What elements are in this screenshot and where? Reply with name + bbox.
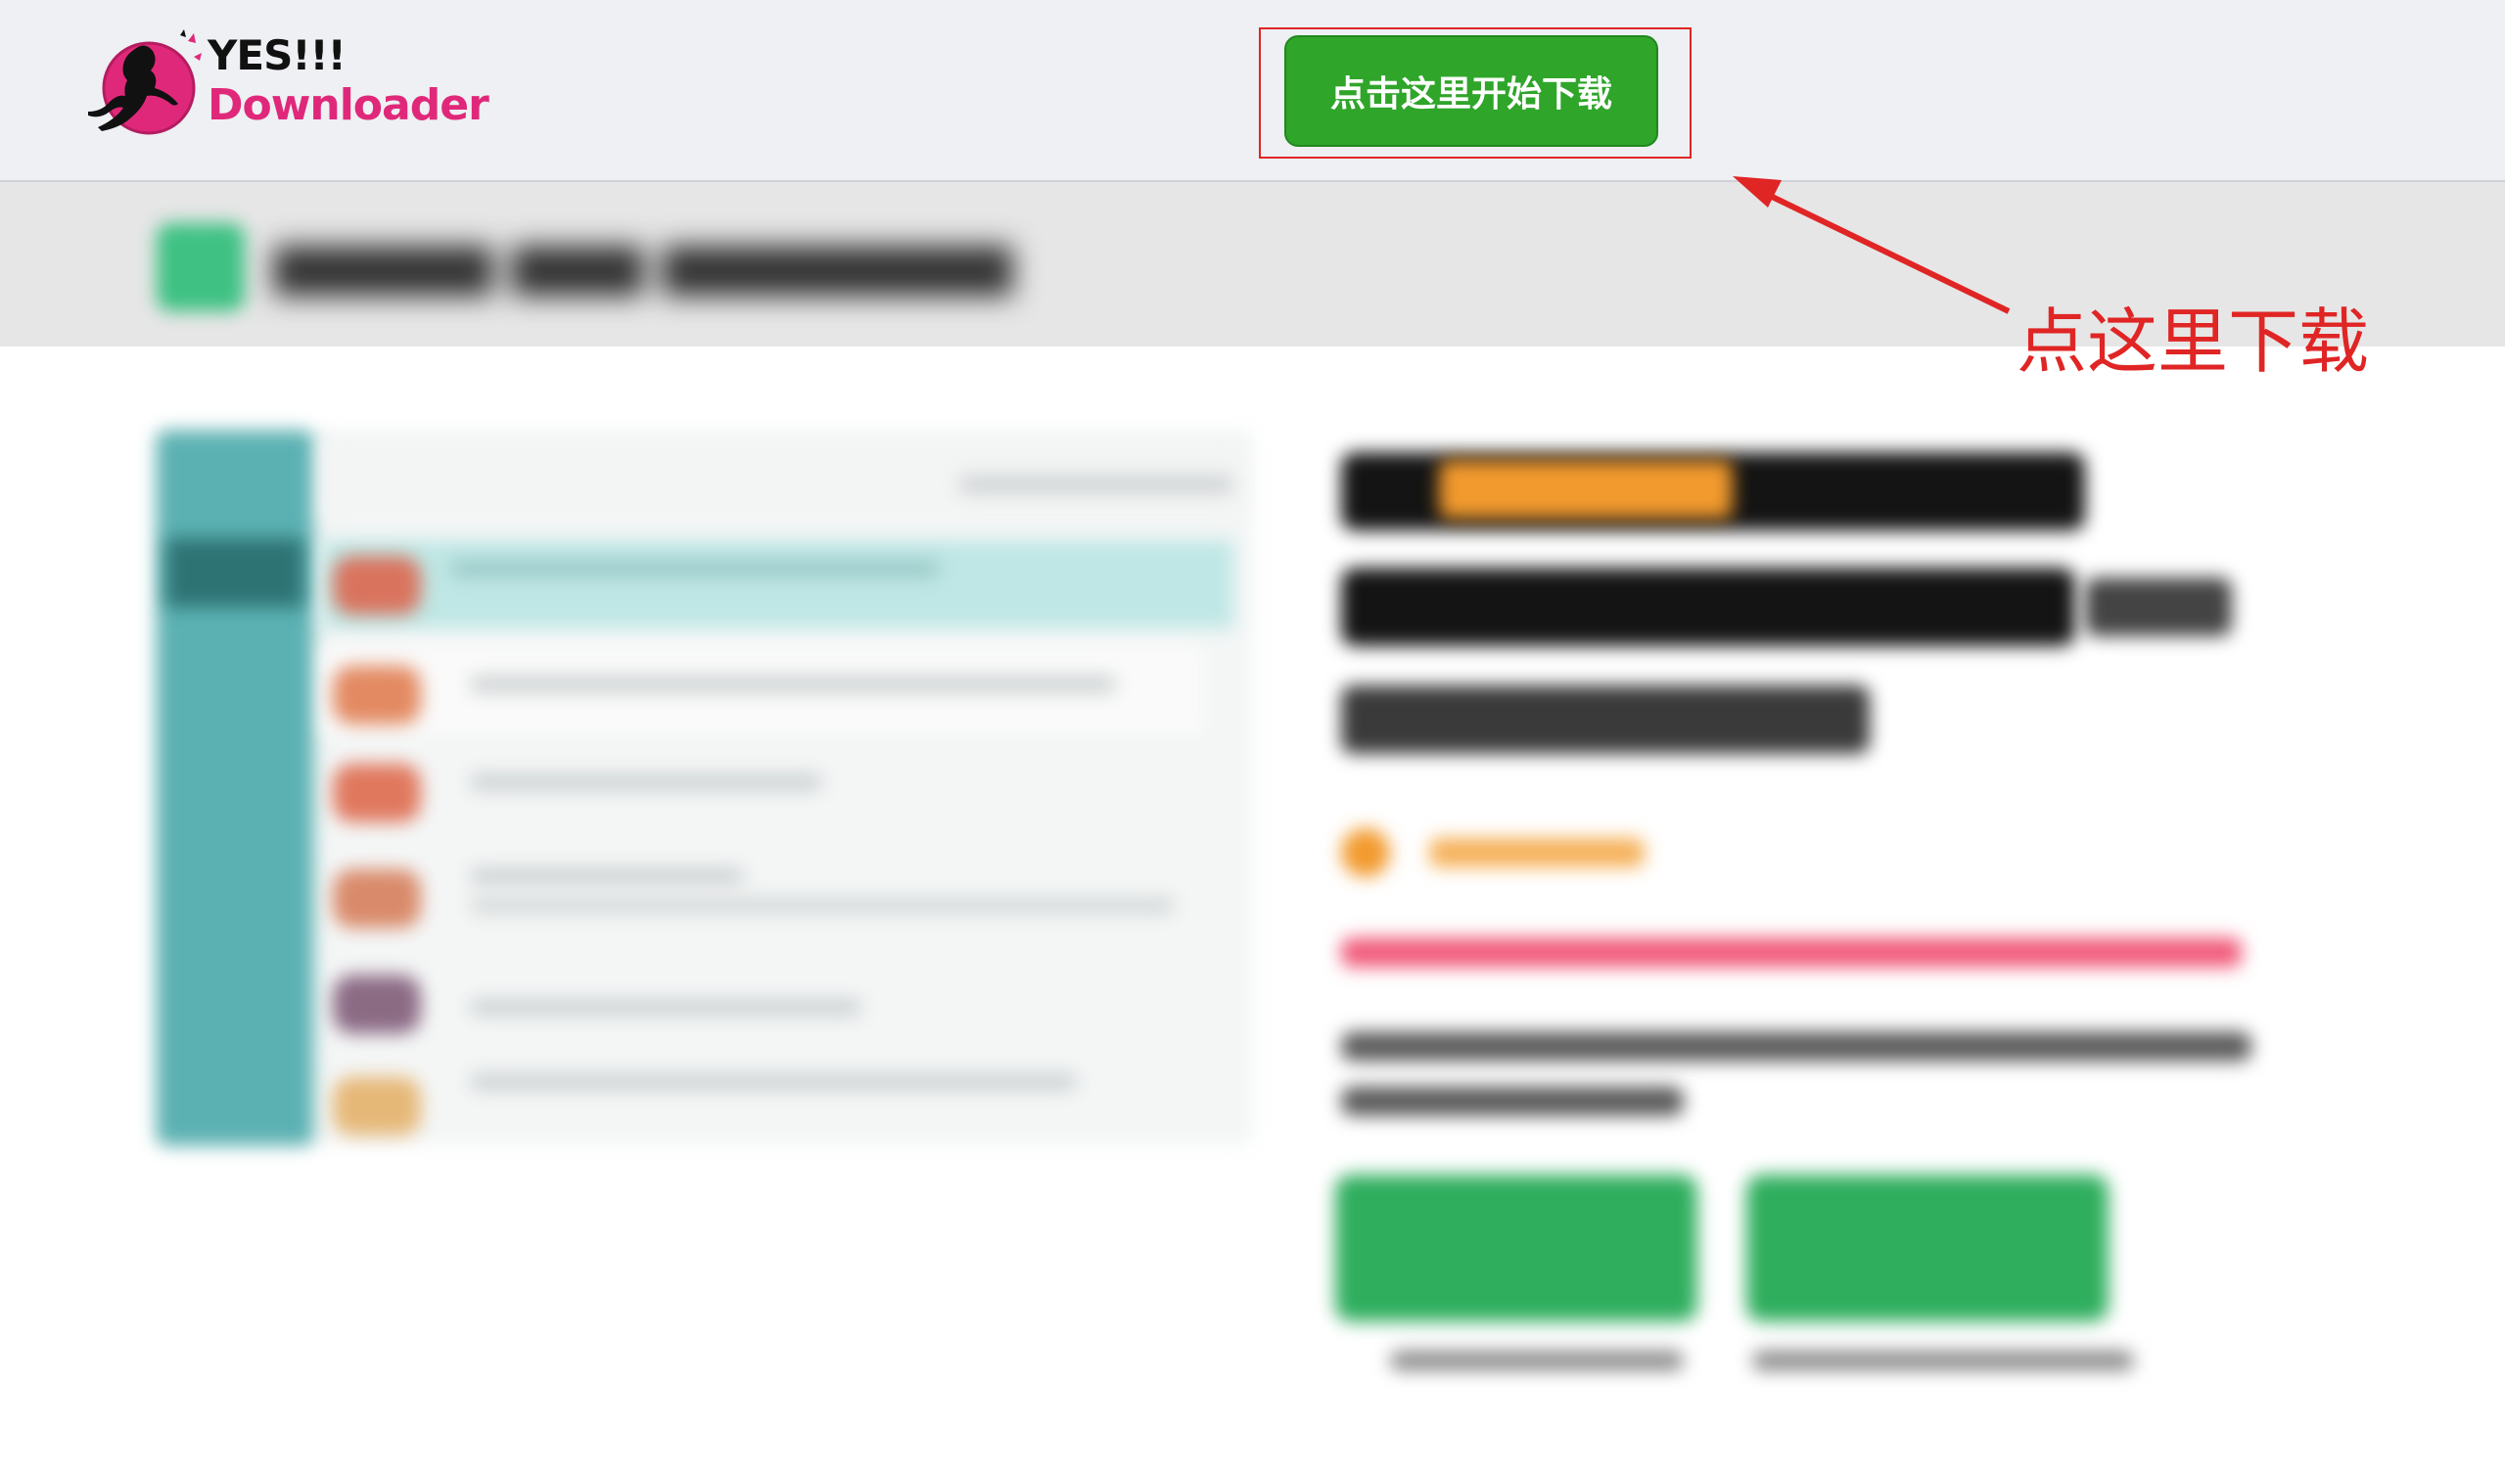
start-download-button[interactable]: 点击这里开始下载 xyxy=(1284,35,1658,147)
screenshot-thumb xyxy=(333,869,421,928)
blurred-button-caption xyxy=(1390,1351,1684,1370)
screenshot-toolbar-text xyxy=(959,476,1233,493)
logo-woman-icon xyxy=(88,29,202,135)
blurred-description-line xyxy=(1341,1087,1684,1116)
app-icon xyxy=(157,223,245,311)
screenshot-thumb xyxy=(333,556,421,615)
screenshot-row-text xyxy=(470,998,861,1016)
screenshot-row-text xyxy=(470,897,1175,914)
blurred-brand-text xyxy=(1439,460,1733,519)
blurred-badge-icon xyxy=(1341,828,1390,877)
logo-text-yes: YES!!! xyxy=(208,31,347,79)
blurred-heading-line xyxy=(1341,685,1870,754)
screenshot-row-text xyxy=(470,1073,1077,1090)
site-header: YES!!! Downloader 点击这里开始下载 xyxy=(0,0,2505,182)
annotation-label: 点这里下载 xyxy=(2017,301,2370,383)
blurred-heading-line xyxy=(1341,568,2075,646)
blurred-notice-line xyxy=(1341,938,2242,967)
screenshot-thumb xyxy=(333,1077,421,1136)
blurred-badge-text xyxy=(1429,838,1645,867)
blurred-button-caption xyxy=(1752,1351,2134,1370)
screenshot-thumb xyxy=(333,764,421,822)
app-title-blurred: ▆▆▆▆▆ ▆▆▆ ▆▆▆▆▆▆▆▆ xyxy=(274,229,1013,296)
site-logo[interactable]: YES!!! Downloader xyxy=(78,27,489,145)
screenshot-sidebar-active xyxy=(166,538,303,607)
blurred-description-line xyxy=(1341,1032,2251,1061)
screenshot-selected-row xyxy=(323,540,1233,628)
blurred-heading-tail xyxy=(2085,578,2232,636)
screenshot-thumb xyxy=(333,975,421,1034)
logo-text-downloader: Downloader xyxy=(208,80,489,130)
screenshot-row-text xyxy=(450,560,940,578)
screenshot-row-text xyxy=(470,773,822,791)
blurred-download-button-windows[interactable] xyxy=(1335,1175,1697,1322)
screenshot-row-text xyxy=(470,867,744,885)
screenshot-row-text xyxy=(470,675,1116,693)
blurred-download-button-mac[interactable] xyxy=(1746,1175,2109,1322)
screenshot-thumb xyxy=(333,666,421,724)
